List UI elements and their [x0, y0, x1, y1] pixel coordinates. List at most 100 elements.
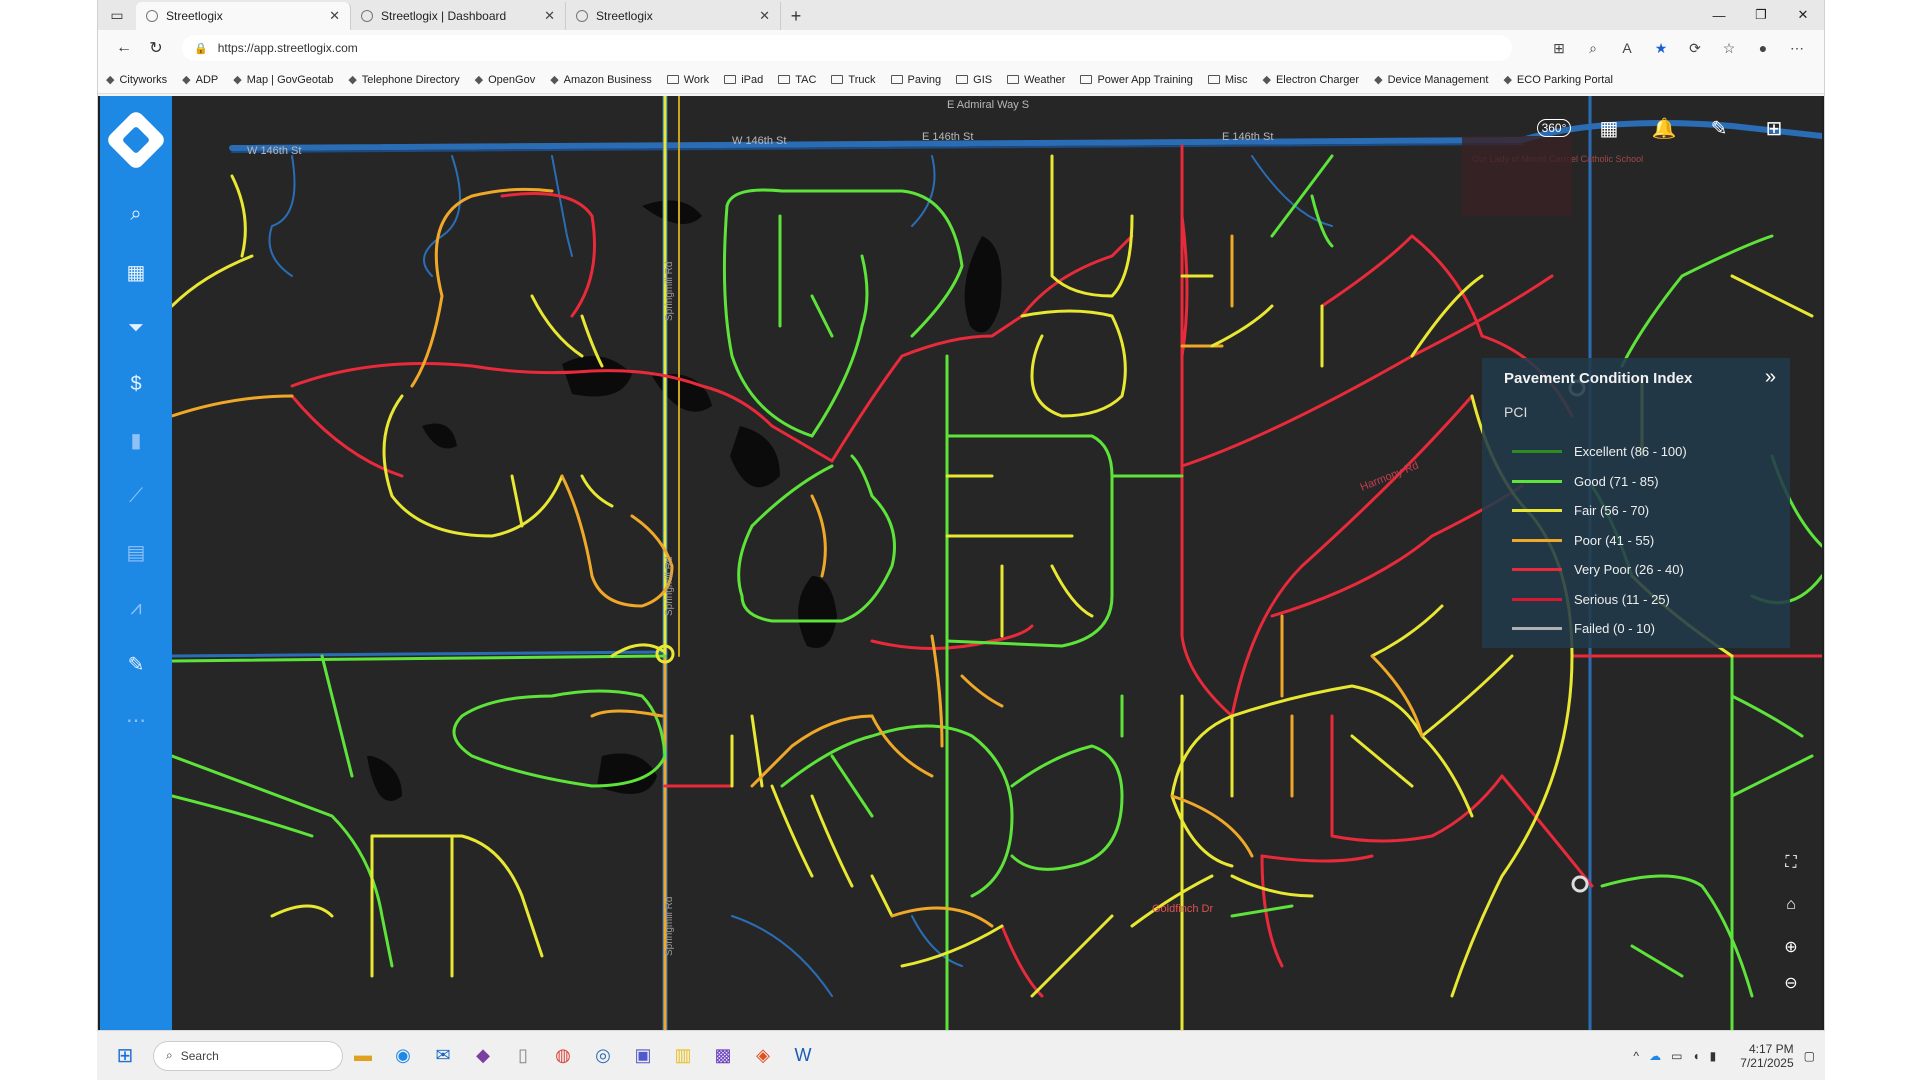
legend-title: Pavement Condition Index	[1504, 370, 1693, 387]
refresh-icon[interactable]: ↻	[140, 34, 172, 62]
network-icon[interactable]: ▭	[1671, 1049, 1682, 1063]
outlook-icon[interactable]: ✉	[423, 1036, 463, 1076]
brave-icon[interactable]: ◈	[743, 1036, 783, 1076]
grid-apps-icon[interactable]: ⊞	[1752, 110, 1796, 146]
zoom-icon[interactable]: ⌕	[1576, 40, 1610, 57]
layers-icon[interactable]: ▤	[100, 532, 172, 572]
close-tab-icon[interactable]: ✕	[759, 8, 770, 24]
pavement-map[interactable]: W 146th St W 146th St E 146th St E 146th…	[172, 96, 1822, 1030]
folder-icon	[1080, 75, 1093, 84]
minimize-icon[interactable]: —	[1698, 0, 1740, 30]
close-tab-icon[interactable]: ✕	[544, 8, 555, 24]
zoom-out-icon[interactable]: ⊖	[1776, 968, 1806, 998]
profile-avatar-icon[interactable]: ●	[1746, 40, 1780, 57]
url-text: https://app.streetlogix.com	[217, 41, 358, 55]
bar-chart-icon[interactable]: ▮	[100, 420, 172, 460]
browser-tab-2[interactable]: Streetlogix | Dashboard ✕	[351, 2, 566, 30]
zoom-in-icon[interactable]: ⊕	[1776, 932, 1806, 962]
tab-actions-icon[interactable]: ▭	[98, 0, 136, 30]
favorite-label: ADP	[195, 73, 219, 86]
back-icon[interactable]: ←	[108, 34, 140, 62]
restore-icon[interactable]: ❐	[1740, 0, 1782, 30]
favorite-item[interactable]: ◆ Cityworks	[106, 73, 167, 87]
line-chart-icon[interactable]: ⟋	[100, 476, 172, 516]
purple-app-icon[interactable]: ▩	[703, 1036, 743, 1076]
show-hidden-icons-icon[interactable]: ^	[1633, 1049, 1639, 1063]
filter-icon[interactable]: ⏷	[100, 308, 172, 348]
ruler-icon[interactable]: ✎	[1697, 110, 1741, 146]
favorite-star-icon[interactable]: ★	[1644, 40, 1678, 57]
search-icon[interactable]: ⌕	[100, 194, 172, 234]
favorite-item[interactable]: Paving	[890, 74, 941, 86]
chrome-icon[interactable]: ◍	[543, 1036, 583, 1076]
favorite-label: Telephone Directory	[361, 73, 460, 86]
read-aloud-icon[interactable]: A	[1610, 40, 1644, 57]
teams-icon[interactable]: ▣	[623, 1036, 663, 1076]
browser-tab-3[interactable]: Streetlogix ✕	[566, 2, 781, 30]
browser-tab-1[interactable]: Streetlogix ✕	[136, 2, 351, 30]
favorite-item[interactable]: Misc	[1207, 73, 1248, 86]
legend-label: Very Poor (26 - 40)	[1574, 562, 1684, 577]
favorite-item[interactable]: ◆ Telephone Directory	[348, 73, 460, 87]
favorite-item[interactable]: Power App Training	[1080, 74, 1193, 86]
notifications-icon[interactable]: ▢	[1804, 1049, 1815, 1063]
taskbar-search[interactable]: ⌕ Search	[153, 1040, 343, 1071]
windows-start-icon[interactable]: ⊞	[105, 1036, 145, 1076]
favorite-item[interactable]: ◆ ADP	[182, 73, 219, 87]
battery-icon[interactable]: ▮	[1710, 1049, 1717, 1063]
streetlogix-logo[interactable]	[104, 108, 168, 172]
file-explorer-icon[interactable]: ▬	[343, 1036, 383, 1076]
app-available-icon[interactable]: ⊞	[1542, 40, 1576, 57]
favorite-item[interactable]: ◆ Amazon Business	[550, 73, 652, 87]
folder-icon	[724, 75, 737, 84]
folder-icon	[666, 75, 679, 84]
favorite-item[interactable]: ◆ OpenGov	[475, 73, 536, 87]
edit-icon[interactable]: ✎	[100, 644, 172, 684]
favorite-item[interactable]: ◆ Electron Charger	[1262, 73, 1359, 87]
taskbar-clock[interactable]: 4:17 PM 7/21/2025	[1730, 1042, 1793, 1070]
legend-swatch	[1512, 538, 1562, 542]
favorite-item[interactable]: ◆ Device Management	[1374, 73, 1488, 87]
new-tab-button[interactable]: +	[781, 2, 811, 30]
app-circle-icon[interactable]: ◎	[583, 1036, 623, 1076]
favorite-item[interactable]: Work	[666, 74, 709, 86]
favorites-icon[interactable]: ☆	[1712, 40, 1746, 57]
address-bar-row: ← ↻ 🔒 https://app.streetlogix.com ⊞ ⌕ A …	[98, 30, 1824, 66]
home-extent-icon[interactable]: ⌂	[1776, 890, 1806, 920]
volume-icon[interactable]: ◖	[1692, 1049, 1699, 1063]
more-options-icon[interactable]: ⋯	[1780, 40, 1814, 57]
table-icon[interactable]: ▦	[1587, 110, 1631, 146]
favorite-item[interactable]: Weather	[1007, 74, 1065, 86]
favorite-label: iPad	[741, 73, 764, 86]
favorite-item[interactable]: GIS	[956, 74, 992, 86]
onenote-icon[interactable]: ◆	[463, 1036, 503, 1076]
favorite-item[interactable]: TAC	[778, 74, 816, 86]
favorite-item[interactable]: ◆ Map | GovGeotab	[233, 73, 333, 87]
site-info-icon[interactable]: 🔒	[194, 42, 208, 55]
legend-label: Fair (56 - 70)	[1574, 503, 1650, 518]
close-window-icon[interactable]: ✕	[1782, 0, 1824, 30]
favorite-item[interactable]: Truck	[831, 74, 876, 86]
url-field[interactable]: 🔒 https://app.streetlogix.com	[182, 35, 1512, 61]
edge-browser-icon[interactable]: ◉	[383, 1036, 423, 1076]
fullscreen-icon[interactable]: ⛶	[1776, 848, 1806, 878]
favorite-label: Misc	[1224, 73, 1248, 86]
view-360-icon[interactable]: 360°	[1532, 110, 1576, 146]
onedrive-icon[interactable]: ☁	[1649, 1049, 1661, 1063]
word-icon[interactable]: W	[783, 1036, 823, 1076]
budget-dollar-icon[interactable]: $	[100, 364, 172, 404]
close-tab-icon[interactable]: ✕	[329, 8, 340, 24]
notification-bell-icon[interactable]: 🔔	[1642, 110, 1686, 146]
legend-label: Excellent (86 - 100)	[1574, 444, 1687, 459]
pci-legend-panel: Pavement Condition Index » PCI Excellent…	[1482, 358, 1790, 648]
app-sidebar: ⌕ ▦ ⏷ $ ▮ ⟋ ▤ ⩘ ✎ ⋯	[100, 96, 172, 1030]
calendar-icon[interactable]: ▦	[100, 252, 172, 292]
collapse-legend-icon[interactable]: »	[1765, 366, 1776, 389]
favorite-item[interactable]: iPad	[724, 74, 763, 86]
favorite-item[interactable]: ◆ ECO Parking Portal	[1503, 73, 1612, 87]
extensions-icon[interactable]: ⟳	[1678, 40, 1712, 57]
power-bi-icon[interactable]: ▥	[663, 1036, 703, 1076]
trend-icon[interactable]: ⩘	[100, 588, 172, 628]
file-icon[interactable]: ▯	[503, 1036, 543, 1076]
more-icon[interactable]: ⋯	[100, 700, 172, 740]
